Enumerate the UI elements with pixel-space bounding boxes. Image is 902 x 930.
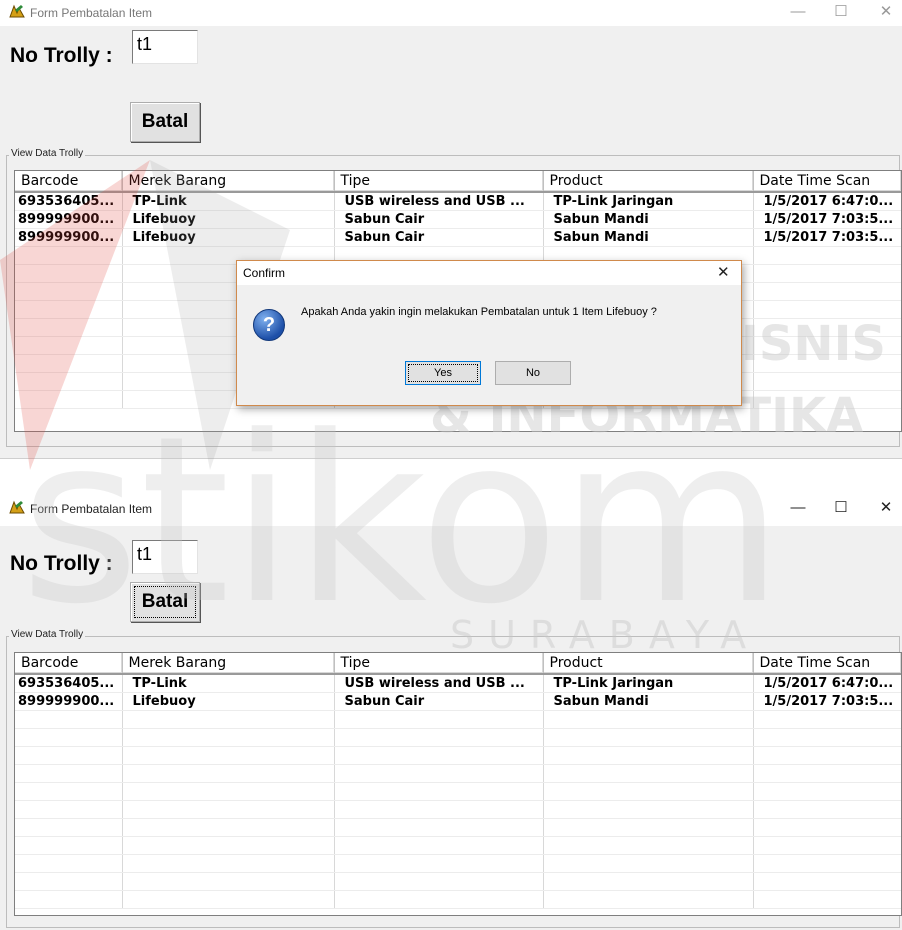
cell-barcode: 899999900... [15,210,123,229]
table-row[interactable] [15,836,901,855]
cell-tipe: USB wireless and USB ... [334,192,544,211]
window-title: Form Pembatalan Item [30,6,153,20]
maximize-button[interactable]: ☐ [831,2,851,22]
cell-tipe: Sabun Cair [334,228,544,247]
trolly-label: No Trolly : [10,552,113,575]
cell-product: Sabun Mandi [543,692,754,711]
cell-merek: Lifebuoy [122,228,335,247]
table-row[interactable] [15,818,901,837]
column-header-product[interactable]: Product [543,653,754,675]
table-row[interactable]: 899999900... Lifebuoy Sabun Cair Sabun M… [15,210,901,229]
cell-merek: Lifebuoy [122,692,335,711]
cell-barcode: 899999900... [15,692,123,711]
table-row[interactable]: 899999900... Lifebuoy Sabun Cair Sabun M… [15,692,901,711]
cell-merek: TP-Link [122,674,335,693]
title-bar: Form Pembatalan Item — ☐ ✕ [0,492,902,526]
group-label: View Data Trolly [9,148,86,159]
dialog-close-icon[interactable]: ✕ [717,263,730,281]
no-button[interactable]: No [495,361,571,385]
confirm-dialog: Confirm ✕ ? Apakah Anda yakin ingin mela… [236,260,742,406]
dialog-title: Confirm [243,266,286,280]
trolly-input[interactable]: t1 [132,30,198,64]
column-header-tipe[interactable]: Tipe [334,171,544,193]
close-button[interactable]: ✕ [876,2,896,22]
table-row[interactable] [15,746,901,765]
cell-datetime: 1/5/2017 7:03:5... [753,210,901,229]
batal-button[interactable]: Batal [130,582,200,622]
table-row[interactable] [15,710,901,729]
column-header-merek[interactable]: Merek Barang [122,171,335,193]
table-row[interactable]: 693536405... TP-Link USB wireless and US… [15,192,901,211]
table-row[interactable] [15,854,901,873]
batal-button[interactable]: Batal [130,102,200,142]
cell-tipe: USB wireless and USB ... [334,674,544,693]
app-icon [9,500,25,514]
table-row[interactable] [15,890,901,909]
column-header-tipe[interactable]: Tipe [334,653,544,675]
column-header-merek[interactable]: Merek Barang [122,653,335,675]
table-row[interactable] [15,800,901,819]
cell-barcode: 693536405... [15,674,123,693]
cell-barcode: 693536405... [15,192,123,211]
table-row[interactable]: 899999900... Lifebuoy Sabun Cair Sabun M… [15,228,901,247]
table-row[interactable] [15,764,901,783]
table-row[interactable]: 693536405... TP-Link USB wireless and US… [15,674,901,693]
cell-product: Sabun Mandi [543,228,754,247]
cell-merek: TP-Link [122,192,335,211]
question-icon: ? [253,309,285,341]
group-label: View Data Trolly [9,629,86,640]
title-bar: Form Pembatalan Item — ☐ ✕ [0,0,902,26]
column-header-barcode[interactable]: Barcode [15,171,123,193]
cell-barcode: 899999900... [15,228,123,247]
cell-product: TP-Link Jaringan [543,674,754,693]
cell-product: TP-Link Jaringan [543,192,754,211]
minimize-button[interactable]: — [788,498,808,518]
cell-datetime: 1/5/2017 7:03:5... [753,228,901,247]
column-header-product[interactable]: Product [543,171,754,193]
app-icon [9,4,25,18]
cell-product: Sabun Mandi [543,210,754,229]
trolly-input[interactable]: t1 [132,540,198,574]
table-row[interactable] [15,728,901,747]
column-header-datetime[interactable]: Date Time Scan [753,653,901,675]
yes-button[interactable]: Yes [405,361,481,385]
cell-tipe: Sabun Cair [334,210,544,229]
table-row[interactable] [15,872,901,891]
cell-merek: Lifebuoy [122,210,335,229]
cell-tipe: Sabun Cair [334,692,544,711]
dialog-title-bar: Confirm ✕ [237,261,741,285]
column-header-datetime[interactable]: Date Time Scan [753,171,901,193]
cell-datetime: 1/5/2017 6:47:0... [753,192,901,211]
minimize-button[interactable]: — [788,2,808,22]
cell-datetime: 1/5/2017 6:47:0... [753,674,901,693]
trolly-label: No Trolly : [10,44,113,67]
bottom-window: Form Pembatalan Item — ☐ ✕ No Trolly : t… [0,492,902,930]
column-header-barcode[interactable]: Barcode [15,653,123,675]
table-row[interactable] [15,782,901,801]
cell-datetime: 1/5/2017 7:03:5... [753,692,901,711]
trolly-grid[interactable]: Barcode Merek Barang Tipe Product Date T… [14,652,902,916]
maximize-button[interactable]: ☐ [831,498,851,518]
window-title: Form Pembatalan Item [30,502,153,516]
close-button[interactable]: ✕ [876,498,896,518]
dialog-message: Apakah Anda yakin ingin melakukan Pembat… [301,306,657,318]
